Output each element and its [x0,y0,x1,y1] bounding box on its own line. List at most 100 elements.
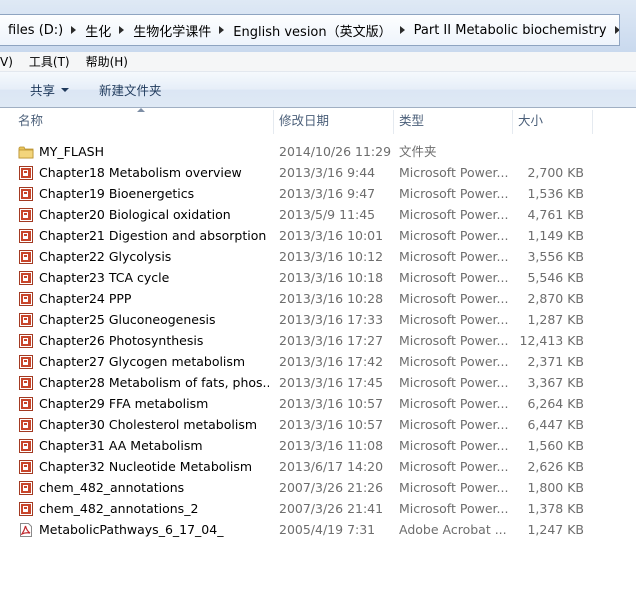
file-size: 5,546 KB [527,270,584,285]
file-size: 1,378 KB [527,501,584,516]
breadcrumb-label: 生物化学课件 [133,24,212,40]
breadcrumb-drive[interactable]: files (D:) [4,23,81,38]
file-row[interactable]: Chapter18 Metabolism overview 2013/3/16 9… [0,162,636,183]
file-type: Microsoft Power... [399,459,509,474]
file-name: Chapter24 PPP [39,291,132,306]
file-row[interactable]: Chapter23 TCA cycle 2013/3/16 10:18 Micros… [0,267,636,288]
powerpoint-icon [18,207,34,223]
powerpoint-icon [18,291,34,307]
file-row[interactable]: Chapter21 Digestion and absorption ... 20… [0,225,636,246]
file-row[interactable]: Chapter25 Gluconeogenesis 2013/3/16 17:33… [0,309,636,330]
file-size: 4,761 KB [527,207,584,222]
file-size: 12,413 KB [519,333,584,348]
file-modified-date: 2013/3/16 11:08 [279,438,384,453]
file-type: Microsoft Power... [399,480,509,495]
command-bar: 共享 新建文件夹 [0,72,636,108]
address-bar[interactable]: files (D:) 生化 生物化学课件 English vesion（英文版）… [0,14,620,46]
column-divider[interactable] [592,110,593,134]
powerpoint-icon [18,312,34,328]
file-modified-date: 2014/10/26 11:29 [279,144,392,159]
file-modified-date: 2013/3/16 10:12 [279,249,384,264]
file-modified-date: 2013/3/16 10:28 [279,291,384,306]
file-size [500,141,584,162]
powerpoint-icon [18,501,34,517]
column-header-type[interactable]: 类型 [394,108,424,134]
chevron-right-icon[interactable] [215,24,229,36]
file-row[interactable]: Chapter32 Nucleotide Metabolism 2013/6/17… [0,456,636,477]
file-name: chem_482_annotations_2 [39,501,199,516]
breadcrumb-folder-3[interactable]: English vesion（英文版） [229,21,409,40]
file-modified-date: 2005/4/19 7:31 [279,522,376,537]
column-header-size[interactable]: 大小 [513,108,543,134]
file-row[interactable]: Chapter26 Photosynthesis 2013/3/16 17:27 M… [0,330,636,351]
file-type: Microsoft Power... [399,165,509,180]
folder-icon [18,144,34,160]
file-modified-date: 2013/3/16 17:45 [279,375,384,390]
file-row[interactable]: MetabolicPathways_6_17_04_ 2005/4/19 7:31… [0,519,636,540]
file-type: Microsoft Power... [399,249,509,264]
file-row[interactable]: Chapter28 Metabolism of fats, phos... 201… [0,372,636,393]
powerpoint-icon [18,396,34,412]
file-row[interactable]: Chapter19 Bioenergetics 2013/3/16 9:47 Mic… [0,183,636,204]
file-type: Microsoft Power... [399,396,509,411]
powerpoint-icon [18,354,34,370]
file-size: 1,149 KB [527,228,584,243]
file-type: Microsoft Power... [399,228,509,243]
chevron-down-icon [61,87,70,92]
column-header-date[interactable]: 修改日期 [274,108,329,134]
file-row[interactable]: chem_482_annotations 2007/3/26 21:26 Micro… [0,477,636,498]
chevron-right-icon[interactable] [115,24,129,36]
breadcrumb-label: files (D:) [8,22,64,38]
chevron-right-icon[interactable] [67,24,81,36]
file-row[interactable]: Chapter31 AA Metabolism 2013/3/16 11:08 Mi… [0,435,636,456]
powerpoint-icon [18,438,34,454]
file-name: Chapter23 TCA cycle [39,270,170,285]
file-row[interactable]: Chapter22 Glycolysis 2013/3/16 10:12 Micro… [0,246,636,267]
chevron-right-icon[interactable] [611,24,619,36]
breadcrumb-folder-4[interactable]: Part II Metabolic biochemistry [410,22,619,38]
menu-view[interactable]: V) [0,55,21,69]
file-name: MY_FLASH [39,144,104,159]
menu-tools[interactable]: 工具(T) [21,53,78,70]
file-modified-date: 2013/3/16 17:27 [279,333,384,348]
file-name: Chapter22 Glycolysis [39,249,172,264]
file-row[interactable]: MY_FLASH 2014/10/26 11:29 文件夹 [0,141,636,162]
file-type: Microsoft Power... [399,354,509,369]
powerpoint-icon [18,480,34,496]
file-modified-date: 2013/3/16 9:44 [279,165,376,180]
file-row[interactable]: Chapter24 PPP 2013/3/16 10:28 Microsoft Po… [0,288,636,309]
file-row[interactable]: chem_482_annotations_2 2007/3/26 21:41 Mic… [0,498,636,519]
column-header-name[interactable]: 名称 [13,108,43,134]
file-row[interactable]: Chapter30 Cholesterol metabolism 2013/3/1… [0,414,636,435]
file-type: Microsoft Power... [399,417,509,432]
file-type: Microsoft Power... [399,207,509,222]
powerpoint-icon [18,165,34,181]
file-type: Microsoft Power... [399,501,509,516]
file-name: Chapter28 Metabolism of fats, phos... [39,375,269,390]
file-modified-date: 2007/3/26 21:26 [279,480,384,495]
chevron-right-icon[interactable] [396,24,410,36]
share-button[interactable]: 共享 [30,80,70,99]
file-row[interactable]: Chapter27 Glycogen metabolism 2013/3/16 1… [0,351,636,372]
file-modified-date: 2007/3/26 21:41 [279,501,384,516]
file-size: 6,447 KB [527,417,584,432]
file-name: Chapter19 Bioenergetics [39,186,195,201]
file-name: Chapter31 AA Metabolism [39,438,203,453]
breadcrumb-folder-1[interactable]: 生化 [81,21,129,40]
menu-help[interactable]: 帮助(H) [78,53,136,70]
breadcrumb-label: Part II Metabolic biochemistry [413,22,607,38]
file-type: Microsoft Power... [399,438,509,453]
address-bar-area: files (D:) 生化 生物化学课件 English vesion（英文版）… [0,0,636,52]
file-name: Chapter29 FFA metabolism [39,396,209,411]
breadcrumb-folder-2[interactable]: 生物化学课件 [129,21,229,40]
breadcrumb-label: 生化 [85,24,112,40]
new-folder-button[interactable]: 新建文件夹 [99,80,162,99]
menu-bar: V) 工具(T) 帮助(H) [0,52,636,72]
powerpoint-icon [18,333,34,349]
file-modified-date: 2013/3/16 10:57 [279,396,384,411]
file-size: 1,800 KB [527,480,584,495]
file-row[interactable]: Chapter20 Biological oxidation 2013/5/9 1… [0,204,636,225]
file-row[interactable]: Chapter29 FFA metabolism 2013/3/16 10:57 M… [0,393,636,414]
file-type: Microsoft Power... [399,186,509,201]
file-modified-date: 2013/3/16 10:57 [279,417,384,432]
